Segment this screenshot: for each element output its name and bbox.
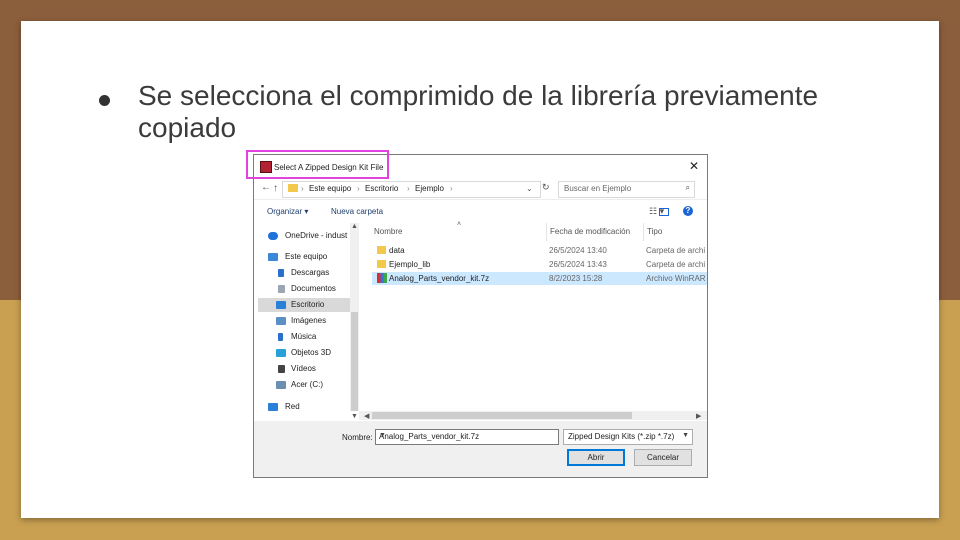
bullet-text: Se selecciona el comprimido de la librer… (138, 80, 819, 143)
sidebar-scrollbar-thumb[interactable] (351, 312, 358, 411)
address-bar[interactable]: ↑ › Este equipo › Escritorio › Ejemplo ›… (273, 181, 541, 198)
highlight-box (246, 150, 389, 179)
sidebar-item-label: Escritorio (291, 300, 325, 309)
address-row: ← ↑ › Este equipo › Escritorio › Ejemplo… (254, 180, 707, 198)
toolbar: Organizar ▾ Nueva carpeta ☷ ▾ ? (254, 199, 707, 224)
file-modified: 8/2/2023 15:28 (549, 274, 603, 283)
new-folder-button[interactable]: Nueva carpeta (331, 207, 383, 216)
sidebar-item-label: Música (291, 332, 317, 341)
drive-icon (276, 381, 286, 389)
preview-pane-icon[interactable] (659, 208, 669, 216)
hscrollbar-thumb[interactable] (372, 412, 632, 419)
file-type: Carpeta de archi (646, 260, 706, 269)
filetype-value: Zipped Design Kits (*.zip *.7z) (568, 432, 675, 441)
videos-icon (278, 365, 285, 373)
file-type: Archivo WinRAR (646, 274, 706, 283)
file-modified: 26/5/2024 13:40 (549, 246, 607, 255)
sidebar-item-label: Acer (C:) (291, 380, 323, 389)
scroll-up-icon[interactable]: ▲ (351, 223, 358, 230)
breadcrumb-sep-icon: › (407, 184, 410, 193)
chevron-down-icon[interactable]: ▼ (379, 432, 555, 439)
filename-input[interactable]: Analog_Parts_vendor_kit.7z ▼ (375, 429, 559, 445)
download-icon (278, 269, 284, 277)
close-icon[interactable]: ✕ (689, 159, 699, 173)
sidebar-item-label: Documentos (291, 284, 336, 293)
folder-icon (377, 246, 386, 254)
scroll-left-icon[interactable]: ◀ (364, 412, 369, 420)
file-row-analog-parts[interactable]: Analog_Parts_vendor_kit.7z 8/2/2023 15:2… (372, 272, 707, 285)
sidebar: OneDrive - indust Este equipo Descargas … (254, 223, 350, 411)
chevron-down-icon[interactable]: ▼ (682, 432, 689, 439)
breadcrumb-sep-icon: › (450, 184, 453, 193)
file-dialog: Select A Zipped Design Kit File ✕ ← ↑ › … (253, 154, 708, 478)
desktop-icon (276, 301, 286, 309)
cancel-button[interactable]: Cancelar (634, 449, 692, 466)
column-header-type[interactable]: Tipo (647, 227, 662, 236)
search-placeholder: Buscar en Ejemplo (564, 184, 632, 193)
help-icon[interactable]: ? (683, 206, 693, 216)
scroll-right-icon[interactable]: ▶ (696, 412, 701, 420)
folder-icon (288, 184, 298, 192)
column-header-name[interactable]: Nombre (374, 227, 402, 236)
sidebar-item-label: Este equipo (285, 252, 328, 261)
sidebar-item-label: Imágenes (291, 316, 327, 325)
refresh-icon[interactable]: ↻ (542, 182, 550, 193)
sidebar-item-label: Descargas (291, 268, 330, 277)
folder-icon (377, 260, 386, 268)
breadcrumb-sep-icon: › (357, 184, 360, 193)
computer-icon (268, 253, 278, 261)
breadcrumb-ejemplo[interactable]: Ejemplo (415, 184, 444, 193)
sidebar-item-label: Red (285, 402, 300, 411)
winrar-archive-icon (377, 273, 387, 283)
file-row-ejemplo-lib[interactable]: Ejemplo_lib 26/5/2024 13:43 Carpeta de a… (372, 258, 707, 271)
search-input[interactable]: Buscar en Ejemplo ⌕ (558, 181, 695, 198)
back-arrow-icon[interactable]: ← (261, 182, 271, 193)
file-name: Ejemplo_lib (389, 260, 431, 269)
up-arrow-icon[interactable]: ↑ (273, 183, 278, 194)
file-type: Carpeta de archi (646, 246, 706, 255)
column-header-modified[interactable]: Fecha de modificación (550, 227, 630, 236)
file-name: Analog_Parts_vendor_kit.7z (389, 274, 490, 283)
open-button[interactable]: Abrir (567, 449, 625, 466)
network-icon (268, 403, 278, 411)
column-separator[interactable] (643, 223, 644, 241)
sort-up-icon: ˄ (457, 221, 462, 228)
music-icon (278, 333, 283, 341)
cloud-icon (268, 232, 278, 240)
file-row-data[interactable]: data 26/5/2024 13:40 Carpeta de archi (372, 244, 707, 257)
search-icon: ⌕ (685, 183, 690, 192)
sidebar-item-label: Objetos 3D (291, 348, 332, 357)
filetype-select[interactable]: Zipped Design Kits (*.zip *.7z) ▼ (563, 429, 693, 445)
breadcrumb-sep-icon: › (301, 184, 304, 193)
breadcrumb-este-equipo[interactable]: Este equipo (309, 184, 351, 193)
scroll-down-icon[interactable]: ▼ (351, 413, 358, 420)
filename-label: Nombre: (342, 433, 373, 442)
file-modified: 26/5/2024 13:43 (549, 260, 607, 269)
pictures-icon (276, 317, 286, 325)
breadcrumb-escritorio[interactable]: Escritorio (365, 184, 398, 193)
document-icon (278, 285, 285, 293)
file-name: data (389, 246, 405, 255)
column-separator[interactable] (546, 223, 547, 241)
3d-objects-icon (276, 349, 286, 357)
sidebar-item-label: OneDrive - indust (285, 231, 348, 240)
dialog-footer: Nombre: Analog_Parts_vendor_kit.7z ▼ Zip… (254, 421, 707, 477)
sidebar-item-label: Vídeos (291, 364, 316, 373)
bullet-dot (99, 95, 110, 106)
chevron-down-icon[interactable]: ⌄ (526, 184, 533, 193)
organize-button[interactable]: Organizar ▾ (267, 207, 308, 216)
